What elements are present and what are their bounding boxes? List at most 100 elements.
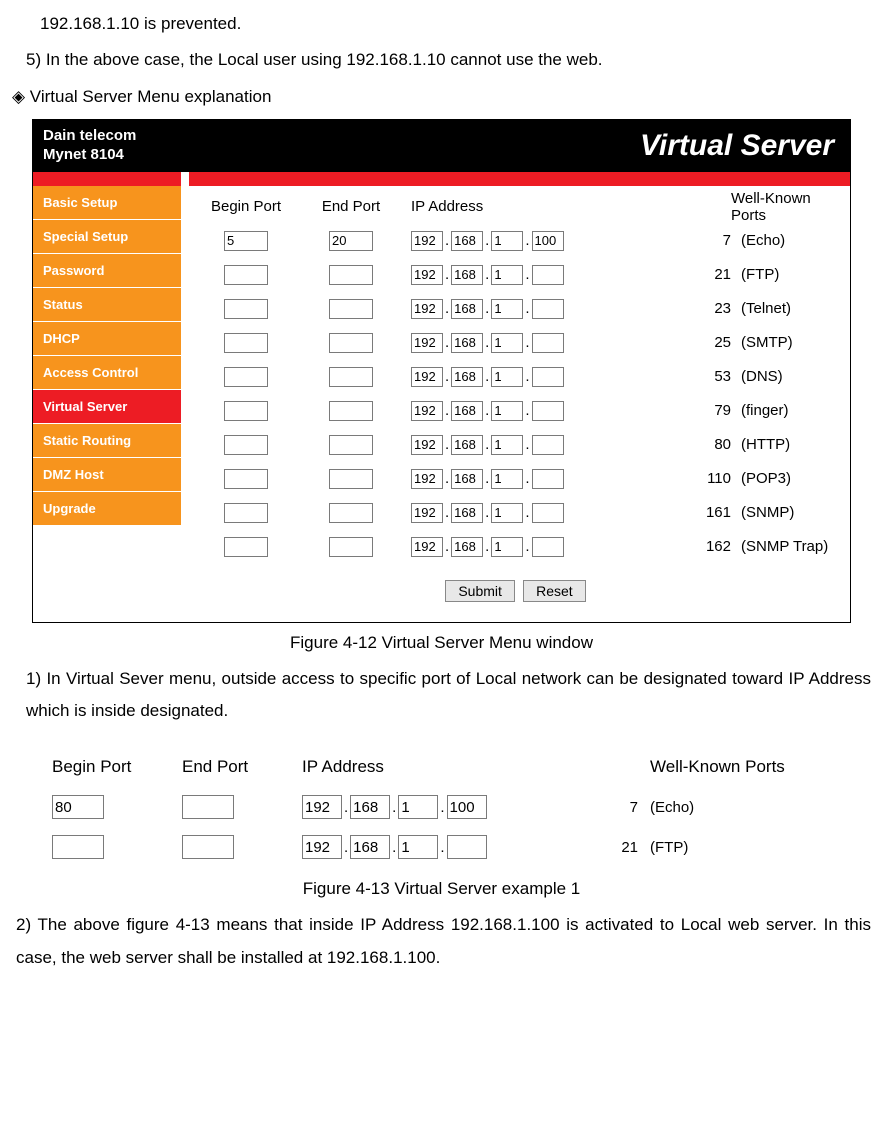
ex-begin-port-input[interactable]	[52, 835, 104, 859]
begin-port-input[interactable]	[224, 333, 268, 353]
nav-item-basic-setup[interactable]: Basic Setup	[33, 186, 181, 220]
ex0-ip-octet-1[interactable]	[302, 795, 342, 819]
ex1-ip-octet-4[interactable]	[447, 835, 487, 859]
page-title: Virtual Server	[640, 129, 840, 163]
row4-ip-octet-1[interactable]	[411, 367, 443, 387]
row5-ip-octet-1[interactable]	[411, 401, 443, 421]
virtual-server-form: Begin Port End Port IP Address Well-Know…	[181, 186, 850, 622]
end-port-input[interactable]	[329, 435, 373, 455]
end-port-input[interactable]	[329, 265, 373, 285]
row9-ip-octet-3[interactable]	[491, 537, 523, 557]
row5-ip-octet-3[interactable]	[491, 401, 523, 421]
doc-para-2: 2) The above figure 4-13 means that insi…	[12, 909, 871, 974]
row2-ip-octet-1[interactable]	[411, 299, 443, 319]
row0-ip-octet-3[interactable]	[491, 231, 523, 251]
ex0-ip-octet-3[interactable]	[398, 795, 438, 819]
row4-ip-octet-2[interactable]	[451, 367, 483, 387]
nav-item-dmz-host[interactable]: DMZ Host	[33, 458, 181, 492]
end-port-input[interactable]	[329, 401, 373, 421]
ex-end-port-input[interactable]	[182, 795, 234, 819]
begin-port-input[interactable]	[224, 401, 268, 421]
row6-ip-octet-2[interactable]	[451, 435, 483, 455]
begin-port-input[interactable]	[224, 503, 268, 523]
row6-ip-octet-3[interactable]	[491, 435, 523, 455]
well-known-port-label: (FTP)	[741, 266, 840, 283]
ex1-ip-octet-2[interactable]	[350, 835, 390, 859]
ex1-ip-octet-1[interactable]	[302, 835, 342, 859]
ex-well-known-port-label: (Echo)	[650, 799, 831, 816]
end-port-input[interactable]	[329, 299, 373, 319]
row4-ip-octet-3[interactable]	[491, 367, 523, 387]
nav-item-virtual-server[interactable]: Virtual Server	[33, 390, 181, 424]
end-port-input[interactable]	[329, 537, 373, 557]
well-known-port-number: 53	[671, 368, 741, 385]
end-port-input[interactable]	[329, 367, 373, 387]
end-port-input[interactable]	[329, 231, 373, 251]
ex0-ip-octet-2[interactable]	[350, 795, 390, 819]
row5-ip-octet-2[interactable]	[451, 401, 483, 421]
ex1-ip-octet-3[interactable]	[398, 835, 438, 859]
row3-ip-octet-2[interactable]	[451, 333, 483, 353]
end-port-input[interactable]	[329, 503, 373, 523]
end-port-input[interactable]	[329, 469, 373, 489]
begin-port-input[interactable]	[224, 537, 268, 557]
row9-ip-octet-4[interactable]	[532, 537, 564, 557]
nav-item-upgrade[interactable]: Upgrade	[33, 492, 181, 526]
begin-port-input[interactable]	[224, 435, 268, 455]
router-ui: Dain telecom Mynet 8104 Virtual Server B…	[32, 119, 851, 623]
begin-port-input[interactable]	[224, 469, 268, 489]
example-table: Begin Port End Port IP Address Well-Know…	[42, 741, 841, 873]
nav-item-status[interactable]: Status	[33, 288, 181, 322]
row1-ip-octet-1[interactable]	[411, 265, 443, 285]
row7-ip-octet-4[interactable]	[532, 469, 564, 489]
row0-ip-octet-2[interactable]	[451, 231, 483, 251]
row0-ip-octet-1[interactable]	[411, 231, 443, 251]
row8-ip-octet-2[interactable]	[451, 503, 483, 523]
ex-begin-port-input[interactable]	[52, 795, 104, 819]
row9-ip-octet-1[interactable]	[411, 537, 443, 557]
begin-port-input[interactable]	[224, 299, 268, 319]
row2-ip-octet-2[interactable]	[451, 299, 483, 319]
row7-ip-octet-3[interactable]	[491, 469, 523, 489]
end-port-input[interactable]	[329, 333, 373, 353]
row8-ip-octet-1[interactable]	[411, 503, 443, 523]
row5-ip-octet-4[interactable]	[532, 401, 564, 421]
row3-ip-octet-3[interactable]	[491, 333, 523, 353]
ex0-ip-octet-4[interactable]	[447, 795, 487, 819]
begin-port-input[interactable]	[224, 265, 268, 285]
ip-dot: .	[443, 436, 451, 453]
brand-block: Dain telecom Mynet 8104	[43, 127, 136, 165]
row2-ip-octet-4[interactable]	[532, 299, 564, 319]
ip-dot: .	[523, 266, 531, 283]
submit-button[interactable]: Submit	[445, 580, 515, 602]
row1-ip-octet-2[interactable]	[451, 265, 483, 285]
row0-ip-octet-4[interactable]	[532, 231, 564, 251]
row1-ip-octet-4[interactable]	[532, 265, 564, 285]
nav-item-special-setup[interactable]: Special Setup	[33, 220, 181, 254]
nav-item-dhcp[interactable]: DHCP	[33, 322, 181, 356]
ex-end-port-input[interactable]	[182, 835, 234, 859]
row2-ip-octet-3[interactable]	[491, 299, 523, 319]
row7-ip-octet-1[interactable]	[411, 469, 443, 489]
row8-ip-octet-3[interactable]	[491, 503, 523, 523]
table-row: ...53(DNS)	[191, 360, 840, 394]
reset-button[interactable]: Reset	[523, 580, 586, 602]
begin-port-input[interactable]	[224, 367, 268, 387]
nav-item-password[interactable]: Password	[33, 254, 181, 288]
begin-port-input[interactable]	[224, 231, 268, 251]
row6-ip-octet-4[interactable]	[532, 435, 564, 455]
row1-ip-octet-3[interactable]	[491, 265, 523, 285]
row7-ip-octet-2[interactable]	[451, 469, 483, 489]
row4-ip-octet-4[interactable]	[532, 367, 564, 387]
row3-ip-octet-4[interactable]	[532, 333, 564, 353]
row9-ip-octet-2[interactable]	[451, 537, 483, 557]
nav-item-access-control[interactable]: Access Control	[33, 356, 181, 390]
nav-item-static-routing[interactable]: Static Routing	[33, 424, 181, 458]
ip-dot: .	[443, 232, 451, 249]
well-known-port-number: 110	[671, 470, 741, 487]
row6-ip-octet-1[interactable]	[411, 435, 443, 455]
ip-dot: .	[483, 368, 491, 385]
ip-dot: .	[523, 300, 531, 317]
row8-ip-octet-4[interactable]	[532, 503, 564, 523]
row3-ip-octet-1[interactable]	[411, 333, 443, 353]
